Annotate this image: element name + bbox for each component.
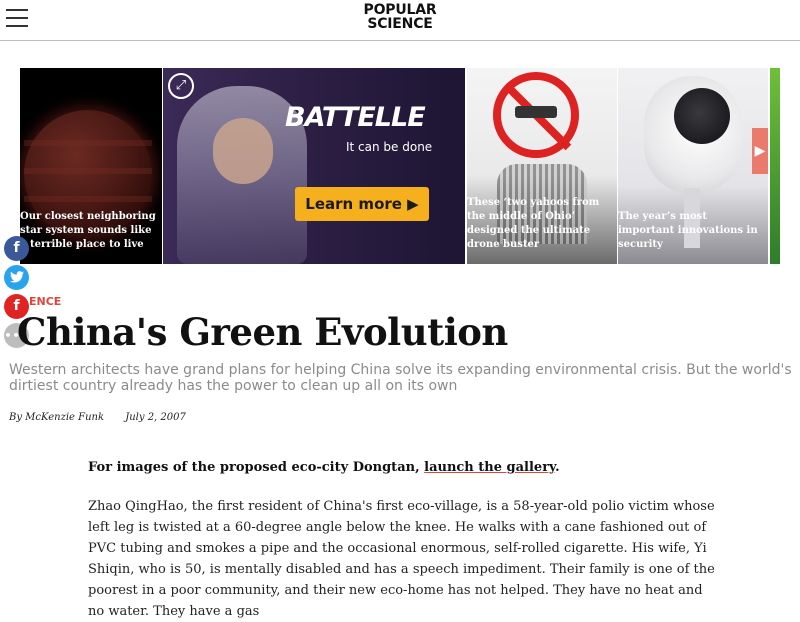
site-logo[interactable]: POPULAR SCIENCE (350, 3, 450, 31)
ad-face-image (213, 118, 273, 184)
logo-line-2: SCIENCE (367, 16, 433, 32)
menu-bar (6, 25, 28, 27)
carousel-tile-drone[interactable]: These ‘two yahoos from the middle of Ohi… (467, 68, 617, 264)
drone-image (515, 106, 557, 118)
ad-tagline: It can be done (346, 140, 433, 154)
carousel-caption: These ‘two yahoos from the middle of Ohi… (467, 197, 600, 250)
carousel-tile-planet[interactable]: Our closest neighboring star system soun… (20, 68, 162, 264)
menu-bar (6, 9, 28, 11)
carousel-tile-security[interactable]: The year’s most important innovations in… (618, 68, 768, 264)
carousel-caption: The year’s most important innovations in… (618, 211, 758, 250)
article-body-paragraph: Zhao QingHao, the first resident of Chin… (88, 499, 715, 619)
author-name[interactable]: By McKenzie Funk (9, 412, 104, 423)
site-header: POPULAR SCIENCE (0, 0, 800, 41)
ad-brand: BATTELLE (285, 102, 426, 133)
carousel-tile-partial[interactable] (770, 68, 780, 264)
section-kicker[interactable]: ENCE (29, 295, 61, 308)
lead-text: For images of the proposed eco-city Dong… (88, 460, 420, 475)
carousel-next-icon[interactable]: ▶ (752, 128, 768, 174)
carousel-caption: Our closest neighboring star system soun… (20, 211, 156, 250)
planet-band (24, 140, 152, 146)
twitter-bird-icon (9, 271, 24, 283)
camera-lens-image (674, 88, 730, 144)
hamburger-menu-icon[interactable] (6, 9, 28, 27)
gallery-link[interactable]: launch the gallery (424, 460, 555, 475)
facebook-share-icon[interactable]: f (4, 236, 29, 261)
learn-more-button[interactable]: Learn more ▶ (295, 187, 429, 221)
article-dek: Western architects have grand plans for … (9, 362, 792, 394)
expand-icon[interactable]: ⤢ (168, 73, 194, 99)
article-title: China's Green Evolution (17, 310, 508, 354)
twitter-share-icon[interactable] (4, 265, 29, 290)
publish-date: July 2, 2007 (125, 412, 186, 423)
logo-line-1: POPULAR (363, 2, 437, 18)
planet-band (24, 196, 152, 202)
byline: By McKenzie Funk July 2, 2007 (9, 412, 186, 423)
article-carousel: Our closest neighboring star system soun… (20, 68, 780, 264)
planet-band (24, 168, 152, 174)
lead-paragraph: For images of the proposed eco-city Dong… (88, 460, 728, 475)
lead-suffix: . (555, 460, 560, 475)
battelle-ad[interactable]: ⤢ BATTELLE It can be done Learn more ▶ (163, 68, 465, 264)
menu-bar (6, 17, 28, 19)
